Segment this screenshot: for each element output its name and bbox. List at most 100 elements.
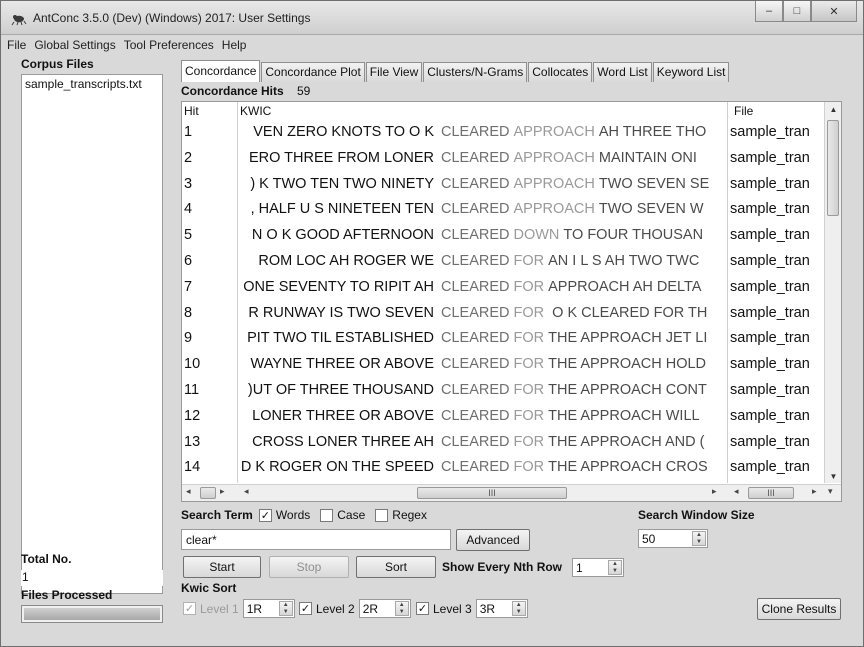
file-name-cell[interactable]: sample_tran [730, 150, 824, 166]
stepper-arrows-icon[interactable]: ▲ ▼ [278, 601, 293, 616]
close-button[interactable]: ✕ [811, 1, 857, 22]
kwic-line[interactable]: ONE SEVENTY TO RIPIT AH CLEARED FOR APPROAC… [238, 279, 726, 295]
words-checkbox[interactable]: ✓ [258, 508, 272, 522]
kwic-line[interactable]: ROM LOC AH ROGER WE CLEARED FOR AN I L S AH… [238, 253, 726, 269]
stepper-arrows-icon[interactable]: ▲ ▼ [608, 560, 622, 575]
title-bar[interactable]: AntConc 3.5.0 (Dev) (Windows) 2017: User… [1, 1, 863, 35]
hit-scroll-left-icon[interactable]: ◂ [186, 486, 191, 497]
advanced-button[interactable]: Advanced [456, 529, 530, 551]
file-name-cell[interactable]: sample_tran [730, 408, 824, 424]
stepper-arrows-icon[interactable]: ▲ ▼ [692, 531, 706, 546]
words-option[interactable]: ✓ Words [258, 508, 310, 522]
kwic-scroll-right-icon[interactable]: ▸ [712, 486, 717, 497]
kwic-line[interactable]: VEN ZERO KNOTS TO O K CLEARED APPROACH AH T… [238, 124, 726, 140]
scroll-down-small-icon[interactable]: ▾ [828, 486, 833, 497]
vertical-scrollbar[interactable]: ▲ ▼ [824, 102, 841, 483]
tab-keyword-list[interactable]: Keyword List [652, 62, 730, 82]
menu-tool-preferences[interactable]: Tool Preferences [124, 38, 214, 52]
keyword[interactable]: CLEARED [441, 124, 510, 140]
concordance-row[interactable]: 14 D K ROGER ON THE SPEED CLEARED FOR THE AP… [182, 456, 824, 482]
kwic-line[interactable]: R RUNWAY IS TWO SEVEN CLEARED FOR O K CLEA… [238, 305, 726, 321]
level-2-checkbox[interactable]: ✓ [299, 602, 312, 615]
nth-row-stepper[interactable]: 1 ▲ ▼ [572, 558, 624, 577]
column-header-kwic[interactable]: KWIC [240, 104, 271, 118]
file-scroll-left-icon[interactable]: ◂ [734, 486, 739, 497]
concordance-row[interactable]: 1 VEN ZERO KNOTS TO O K CLEARED APPROACH AH … [182, 121, 824, 147]
keyword[interactable]: CLEARED [441, 279, 510, 295]
scroll-up-arrow-icon[interactable]: ▲ [825, 102, 841, 118]
concordance-row[interactable]: 2 ERO THREE FROM LONER CLEARED APPROACH MAIN… [182, 147, 824, 173]
keyword[interactable]: CLEARED [441, 459, 510, 475]
kwic-line[interactable]: CROSS LONER THREE AH CLEARED FOR THE APPROA… [238, 434, 726, 450]
concordance-row[interactable]: 5 N O K GOOD AFTERNOON CLEARED DOWN TO FOUR … [182, 224, 824, 250]
keyword[interactable]: CLEARED [441, 176, 510, 192]
level-3-stepper[interactable]: 3R ▲ ▼ [475, 599, 528, 618]
search-input[interactable]: clear* [181, 529, 451, 550]
file-name-cell[interactable]: sample_tran [730, 382, 824, 398]
sort-button[interactable]: Sort [356, 556, 436, 578]
corpus-file-item[interactable]: sample_transcripts.txt [25, 77, 159, 91]
keyword[interactable]: CLEARED [441, 382, 510, 398]
concordance-row[interactable]: 9 PIT TWO TIL ESTABLISHED CLEARED FOR THE AP… [182, 327, 824, 353]
concordance-row[interactable]: 11)UT OF THREE THOUSAND CLEARED FOR THE APP… [182, 379, 824, 405]
file-name-cell[interactable]: sample_tran [730, 305, 824, 321]
concordance-row[interactable]: 10 WAYNE THREE OR ABOVE CLEARED FOR THE APPR… [182, 353, 824, 379]
minimize-button[interactable]: – [755, 1, 783, 22]
regex-checkbox[interactable] [375, 508, 389, 522]
case-checkbox[interactable] [320, 508, 334, 522]
stepper-arrows-icon[interactable]: ▲ ▼ [394, 601, 409, 616]
menu-global-settings[interactable]: Global Settings [34, 38, 115, 52]
kwic-line[interactable]: PIT TWO TIL ESTABLISHED CLEARED FOR THE APP… [238, 330, 726, 346]
concordance-row[interactable]: 4 , HALF U S NINETEEN TEN CLEARED APPROACH T… [182, 198, 824, 224]
concordance-row[interactable]: 7 ONE SEVENTY TO RIPIT AH CLEARED FOR APPROA… [182, 276, 824, 302]
case-option[interactable]: Case [320, 508, 365, 522]
keyword[interactable]: CLEARED [441, 150, 510, 166]
file-name-cell[interactable]: sample_tran [730, 227, 824, 243]
concordance-results-table[interactable]: Hit KWIC File 1 VEN ZERO KNOTS TO O K CLEA… [181, 101, 842, 502]
corpus-files-list[interactable]: sample_transcripts.txt [21, 74, 163, 594]
tab-word-list[interactable]: Word List [593, 62, 652, 82]
kwic-column-scroll-thumb[interactable]: III [417, 487, 567, 499]
concordance-row[interactable]: 6 ROM LOC AH ROGER WE CLEARED FOR AN I L S A… [182, 250, 824, 276]
tab-concordance[interactable]: Concordance [181, 60, 261, 82]
clone-results-button[interactable]: Clone Results [757, 598, 841, 620]
stepper-arrows-icon[interactable]: ▲ ▼ [511, 601, 526, 616]
column-header-hit[interactable]: Hit [184, 104, 199, 118]
kwic-line[interactable]: WAYNE THREE OR ABOVE CLEARED FOR THE APPROA… [238, 356, 726, 372]
kwic-line[interactable]: LONER THREE OR ABOVE CLEARED FOR THE APPROA… [238, 408, 726, 424]
keyword[interactable]: CLEARED [441, 201, 510, 217]
tab-clusters-ngrams[interactable]: Clusters/N-Grams [423, 62, 528, 82]
keyword[interactable]: CLEARED [441, 356, 510, 372]
keyword[interactable]: CLEARED [441, 253, 510, 269]
search-window-size-stepper[interactable]: 50 ▲ ▼ [638, 529, 708, 548]
level-3-checkbox[interactable]: ✓ [416, 602, 429, 615]
menu-help[interactable]: Help [222, 38, 247, 52]
file-name-cell[interactable]: sample_tran [730, 279, 824, 295]
tab-concordance-plot[interactable]: Concordance Plot [261, 62, 365, 82]
tab-file-view[interactable]: File View [365, 62, 423, 82]
file-name-cell[interactable]: sample_tran [730, 459, 824, 475]
menu-file[interactable]: File [7, 38, 26, 52]
start-button[interactable]: Start [183, 556, 261, 578]
keyword[interactable]: CLEARED [441, 305, 510, 321]
kwic-line[interactable]: D K ROGER ON THE SPEED CLEARED FOR THE APPR… [238, 459, 726, 475]
concordance-row[interactable]: 3) K TWO TEN TWO NINETY CLEARED APPROACH TW… [182, 173, 824, 199]
keyword[interactable]: CLEARED [441, 434, 510, 450]
concordance-row[interactable]: 13 CROSS LONER THREE AH CLEARED FOR THE APPR… [182, 431, 824, 457]
file-name-cell[interactable]: sample_tran [730, 356, 824, 372]
column-header-file[interactable]: File [734, 104, 753, 118]
hit-column-scroll-thumb[interactable] [200, 487, 216, 499]
kwic-line[interactable]: )UT OF THREE THOUSAND CLEARED FOR THE APPRO… [238, 382, 726, 398]
keyword[interactable]: CLEARED [441, 330, 510, 346]
kwic-scroll-left-icon[interactable]: ◂ [244, 486, 249, 497]
hit-scroll-right-icon[interactable]: ▸ [220, 486, 225, 497]
stop-button[interactable]: Stop [269, 556, 349, 578]
regex-option[interactable]: Regex [375, 508, 427, 522]
file-column-scroll-thumb[interactable]: III [748, 487, 794, 499]
level-1-checkbox[interactable]: ✓ [183, 602, 196, 615]
file-name-cell[interactable]: sample_tran [730, 201, 824, 217]
file-name-cell[interactable]: sample_tran [730, 253, 824, 269]
concordance-row[interactable]: 8 R RUNWAY IS TWO SEVEN CLEARED FOR O K CLE… [182, 302, 824, 328]
maximize-button[interactable]: □ [783, 1, 811, 22]
kwic-line[interactable]: ERO THREE FROM LONER CLEARED APPROACH MAINT… [238, 150, 726, 166]
